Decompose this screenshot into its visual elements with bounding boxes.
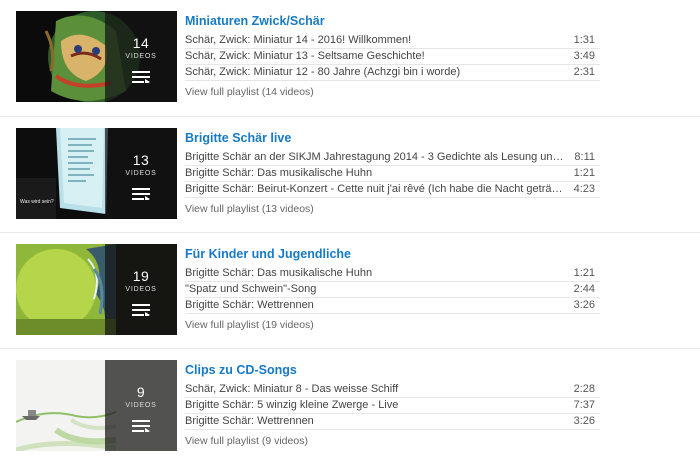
video-title: Schär, Zwick: Miniatur 8 - Das weisse Sc… xyxy=(185,383,399,395)
video-row[interactable]: Brigitte Schär: Wettrennen 3:26 xyxy=(185,414,600,430)
video-duration: 2:44 xyxy=(573,283,595,295)
video-duration: 7:37 xyxy=(573,399,595,411)
playlist-meta: Clips zu CD-Songs Schär, Zwick: Miniatur… xyxy=(185,362,600,447)
playlist-title[interactable]: Für Kinder und Jugendliche xyxy=(185,246,600,266)
playlist-meta: Brigitte Schär live Brigitte Schär an de… xyxy=(185,130,600,215)
playlist-title[interactable]: Brigitte Schär live xyxy=(185,130,600,150)
playlist-item: 9 VIDEOS Clips zu CD-Songs Schär, Zwick:… xyxy=(0,348,700,463)
video-count: 13 xyxy=(132,152,150,168)
video-duration: 4:23 xyxy=(573,183,595,195)
video-title: Brigitte Schär: Das musikalische Huhn xyxy=(185,267,373,279)
playlist-meta: Miniaturen Zwick/Schär Schär, Zwick: Min… xyxy=(185,13,600,98)
video-count-overlay: 14 VIDEOS xyxy=(105,11,177,102)
video-row[interactable]: Brigitte Schär: 5 winzig kleine Zwerge -… xyxy=(185,398,600,414)
video-row[interactable]: Brigitte Schär: Das musikalische Huhn 1:… xyxy=(185,166,600,182)
playlist-queue-icon xyxy=(132,71,150,83)
video-title: Schär, Zwick: Miniatur 14 - 2016! Willko… xyxy=(185,34,412,46)
playlist-item: Was wird sein? 13 VIDEOS Brigitte Schär … xyxy=(0,116,700,231)
video-duration: 1:21 xyxy=(573,267,595,279)
playlist-title[interactable]: Clips zu CD-Songs xyxy=(185,362,600,382)
video-row[interactable]: Schär, Zwick: Miniatur 13 - Seltsame Ges… xyxy=(185,49,600,65)
playlist-thumbnail[interactable]: Was wird sein? 13 VIDEOS xyxy=(16,128,177,219)
video-title: Brigitte Schär: Wettrennen xyxy=(185,415,314,427)
video-count: 9 xyxy=(136,384,146,400)
playlist-item: 19 VIDEOS Für Kinder und Jugendliche Bri… xyxy=(0,232,700,347)
playlist-list: 14 VIDEOS Miniaturen Zwick/Schär Schär, … xyxy=(0,0,700,460)
video-title: Schär, Zwick: Miniatur 12 - 80 Jahre (Ac… xyxy=(185,66,461,78)
video-row[interactable]: Schär, Zwick: Miniatur 12 - 80 Jahre (Ac… xyxy=(185,65,600,81)
video-title: Brigitte Schär: Beirut-Konzert - Cette n… xyxy=(185,183,567,195)
view-full-playlist-link[interactable]: View full playlist (14 videos) xyxy=(185,86,600,98)
video-title: "Spatz und Schwein"-Song xyxy=(185,283,317,295)
view-full-playlist-link[interactable]: View full playlist (9 videos) xyxy=(185,435,600,447)
video-count: 19 xyxy=(132,268,150,284)
playlist-meta: Für Kinder und Jugendliche Brigitte Schä… xyxy=(185,246,600,331)
video-title: Schär, Zwick: Miniatur 13 - Seltsame Ges… xyxy=(185,50,425,62)
video-duration: 2:28 xyxy=(573,383,595,395)
video-title: Brigitte Schär: Das musikalische Huhn xyxy=(185,167,373,179)
video-count-overlay: 19 VIDEOS xyxy=(105,244,177,335)
playlist-thumbnail[interactable]: 9 VIDEOS xyxy=(16,360,177,451)
video-duration: 1:21 xyxy=(573,167,595,179)
video-count-label: VIDEOS xyxy=(125,402,157,409)
video-duration: 3:49 xyxy=(573,50,595,62)
view-full-playlist-link[interactable]: View full playlist (13 videos) xyxy=(185,203,600,215)
playlist-title[interactable]: Miniaturen Zwick/Schär xyxy=(185,13,600,33)
playlist-item: 14 VIDEOS Miniaturen Zwick/Schär Schär, … xyxy=(0,0,700,115)
playlist-queue-icon xyxy=(132,188,150,200)
video-duration: 3:26 xyxy=(573,299,595,311)
video-duration: 2:31 xyxy=(573,66,595,78)
video-row[interactable]: Schär, Zwick: Miniatur 14 - 2016! Willko… xyxy=(185,33,600,49)
video-row[interactable]: Brigitte Schär an der SIKJM Jahrestagung… xyxy=(185,150,600,166)
playlist-thumbnail[interactable]: 14 VIDEOS xyxy=(16,11,177,102)
video-title: Brigitte Schär: 5 winzig kleine Zwerge -… xyxy=(185,399,399,411)
video-duration: 1:31 xyxy=(573,34,595,46)
video-row[interactable]: Brigitte Schär: Beirut-Konzert - Cette n… xyxy=(185,182,600,198)
video-count-overlay: 13 VIDEOS xyxy=(105,128,177,219)
video-count-overlay: 9 VIDEOS xyxy=(105,360,177,451)
view-full-playlist-link[interactable]: View full playlist (19 videos) xyxy=(185,319,600,331)
video-row[interactable]: Schär, Zwick: Miniatur 8 - Das weisse Sc… xyxy=(185,382,600,398)
playlist-thumbnail[interactable]: 19 VIDEOS xyxy=(16,244,177,335)
video-title: Brigitte Schär: Wettrennen xyxy=(185,299,314,311)
video-duration: 8:11 xyxy=(574,151,595,163)
video-row[interactable]: Brigitte Schär: Das musikalische Huhn 1:… xyxy=(185,266,600,282)
video-count-label: VIDEOS xyxy=(125,170,157,177)
video-title: Brigitte Schär an der SIKJM Jahrestagung… xyxy=(185,151,567,163)
playlist-queue-icon xyxy=(132,304,150,316)
video-row[interactable]: "Spatz und Schwein"-Song 2:44 xyxy=(185,282,600,298)
video-count: 14 xyxy=(132,35,150,51)
video-count-label: VIDEOS xyxy=(125,53,157,60)
thumbnail-caption: Was wird sein? xyxy=(20,199,54,205)
video-row[interactable]: Brigitte Schär: Wettrennen 3:26 xyxy=(185,298,600,314)
playlist-queue-icon xyxy=(132,420,150,432)
video-duration: 3:26 xyxy=(573,415,595,427)
video-count-label: VIDEOS xyxy=(125,286,157,293)
